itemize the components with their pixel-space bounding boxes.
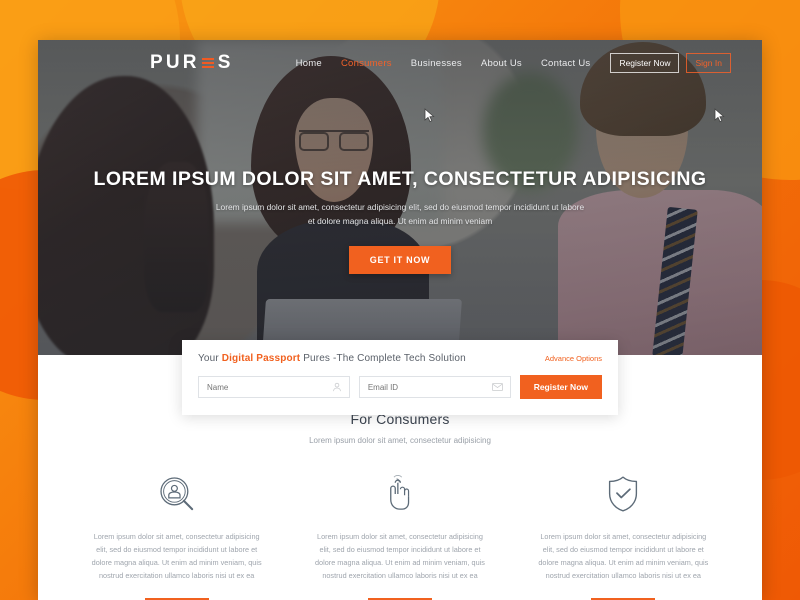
hero-section: PUR S Home Consumers Businesses About Us… (38, 40, 762, 355)
user-search-icon (158, 473, 196, 515)
register-card-form: Register Now (198, 375, 603, 399)
name-field-wrapper[interactable] (198, 376, 350, 398)
email-input[interactable] (359, 377, 510, 397)
feature-description: Lorem ipsum dolor sit amet, consectetur … (315, 532, 485, 580)
sign-in-button[interactable]: Sign In (686, 53, 731, 73)
section-subtitle: Lorem ipsum dolor sit amet, consectetur … (309, 436, 491, 445)
hand-tap-icon (384, 473, 416, 515)
envelope-icon (491, 383, 503, 391)
nav-link-contact-us[interactable]: Contact Us (541, 58, 591, 69)
nav-link-about-us[interactable]: About Us (481, 58, 522, 69)
feature-columns: Lorem ipsum dolor sit amet, consectetur … (72, 473, 728, 600)
top-navigation-bar: PUR S Home Consumers Businesses About Us… (38, 40, 762, 86)
register-title-prefix: Your (198, 353, 222, 364)
get-it-now-button[interactable]: GET IT NOW (348, 246, 452, 275)
feature-description: Lorem ipsum dolor sit amet, consectetur … (91, 532, 262, 580)
register-card: Your Digital Passport Pures -The Complet… (182, 340, 618, 415)
name-input[interactable] (199, 377, 349, 397)
logo-bars-icon (201, 58, 214, 68)
hero-copy: LOREM IPSUM DOLOR SIT AMET, CONSECTETUR … (38, 168, 762, 275)
nav-buttons: Register Now Sign In (610, 53, 731, 73)
logo-text-before: PUR (150, 52, 200, 73)
site-logo[interactable]: PUR S (150, 52, 234, 74)
user-icon (333, 382, 341, 392)
register-card-title: Your Digital Passport Pures -The Complet… (198, 353, 466, 364)
feature-item: Lorem ipsum dolor sit amet, consectetur … (72, 473, 281, 600)
register-title-suffix: Pures -The Complete Tech Solution (300, 353, 466, 364)
feature-description: Lorem ipsum dolor sit amet, consectetur … (538, 532, 709, 580)
logo-text-after: S (217, 52, 234, 73)
shield-check-icon (606, 473, 640, 515)
nav-links: Home Consumers Businesses About Us Conta… (296, 58, 591, 69)
nav-link-businesses[interactable]: Businesses (411, 58, 462, 69)
email-field-wrapper[interactable] (358, 376, 511, 398)
register-title-highlight: Digital Passport (221, 353, 301, 364)
register-card-header: Your Digital Passport Pures -The Complet… (198, 353, 602, 364)
advance-options-link[interactable]: Advance Options (545, 354, 602, 363)
register-now-submit-button[interactable]: Register Now (519, 375, 603, 399)
nav-link-consumers[interactable]: Consumers (341, 58, 392, 69)
hero-headline: LOREM IPSUM DOLOR SIT AMET, CONSECTETUR … (93, 168, 707, 190)
register-now-nav-button[interactable]: Register Now (610, 53, 680, 73)
feature-item: Lorem ipsum dolor sit amet, consectetur … (519, 473, 728, 600)
website-page: PUR S Home Consumers Businesses About Us… (38, 40, 762, 600)
feature-item: Lorem ipsum dolor sit amet, consectetur … (295, 473, 504, 600)
nav-link-home[interactable]: Home (296, 58, 322, 69)
hero-subheadline: Lorem ipsum dolor sit amet, consectetur … (215, 202, 585, 226)
